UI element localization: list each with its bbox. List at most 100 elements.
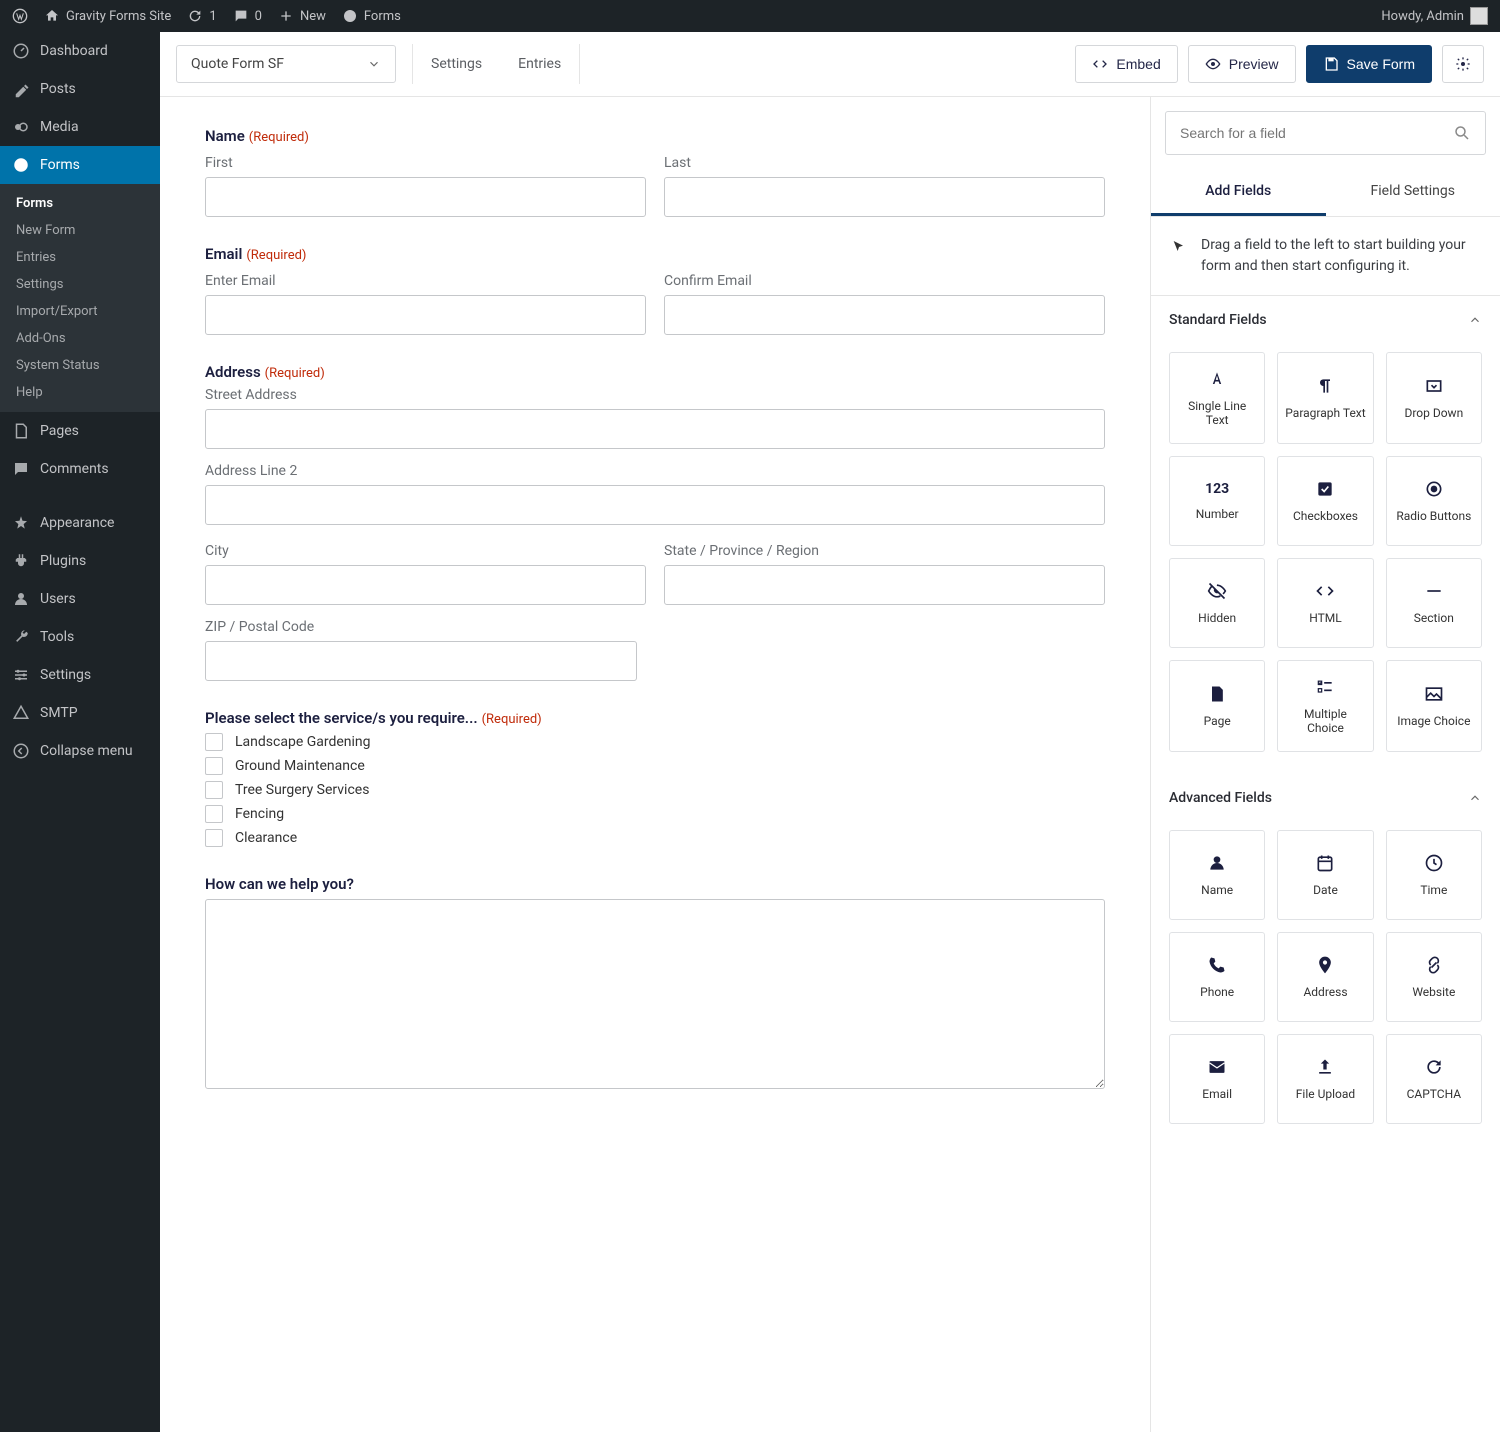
forms-menu-link[interactable]: Forms [342,8,401,24]
field-card-section[interactable]: Section [1386,558,1482,648]
field-search-box[interactable] [1165,111,1486,155]
submenu-settings[interactable]: Settings [0,271,160,298]
required-indicator: (Required) [246,248,306,263]
menu-posts[interactable]: Posts [0,70,160,108]
menu-plugins[interactable]: Plugins [0,542,160,580]
submenu-entries[interactable]: Entries [0,244,160,271]
field-card-checkboxes[interactable]: Checkboxes [1277,456,1373,546]
field-card-multiple-choice[interactable]: Multiple Choice [1277,660,1373,752]
field-card-date[interactable]: Date [1277,830,1373,920]
site-name: Gravity Forms Site [66,9,171,24]
checkbox-service-4[interactable]: Clearance [205,829,1105,847]
field-card-time[interactable]: Time [1386,830,1482,920]
menu-media[interactable]: Media [0,108,160,146]
field-card-address[interactable]: Address [1277,932,1373,1022]
phone-icon [1207,955,1227,975]
menu-users[interactable]: Users [0,580,160,618]
admin-bar: Gravity Forms Site 1 0 New Forms Howdy, … [0,0,1500,32]
field-card-radio[interactable]: Radio Buttons [1386,456,1482,546]
menu-settings[interactable]: Settings [0,656,160,694]
toolbar-entries-link[interactable]: Entries [500,44,579,84]
input-zip[interactable] [205,641,637,681]
form-switcher[interactable]: Quote Form SF [176,45,396,83]
input-confirm-email[interactable] [664,295,1105,335]
submenu-system-status[interactable]: System Status [0,352,160,379]
updates-link[interactable]: 1 [187,8,216,24]
section-standard-fields[interactable]: Standard Fields [1151,296,1500,344]
field-card-fileupload[interactable]: File Upload [1277,1034,1373,1124]
menu-comments[interactable]: Comments [0,450,160,488]
admin-sidebar: Dashboard Posts Media Forms Forms New Fo… [0,32,160,1432]
save-form-button[interactable]: Save Form [1306,45,1432,83]
field-card-email[interactable]: Email [1169,1034,1265,1124]
field-card-hidden[interactable]: Hidden [1169,558,1265,648]
html-icon [1315,581,1335,601]
site-link[interactable]: Gravity Forms Site [44,8,171,24]
checkbox-icon [1315,479,1335,499]
form-toolbar: Quote Form SF Settings Entries Embed Pre… [160,32,1500,97]
wp-logo[interactable] [12,8,28,24]
sublabel-city: City [205,543,646,559]
field-card-image-choice[interactable]: Image Choice [1386,660,1482,752]
input-line2[interactable] [205,485,1105,525]
input-city[interactable] [205,565,646,605]
chevron-up-icon [1468,791,1482,805]
submenu-help[interactable]: Help [0,379,160,406]
menu-pages[interactable]: Pages [0,412,160,450]
field-card-website[interactable]: Website [1386,932,1482,1022]
tab-add-fields[interactable]: Add Fields [1151,169,1326,216]
eye-icon [1205,56,1221,72]
field-card-captcha[interactable]: CAPTCHA [1386,1034,1482,1124]
field-name[interactable]: Name(Required) First Last [205,127,1105,217]
field-address[interactable]: Address(Required) Street Address Address… [205,363,1105,681]
submenu-import-export[interactable]: Import/Export [0,298,160,325]
checkbox-service-3[interactable]: Fencing [205,805,1105,823]
field-services[interactable]: Please select the service/s you require.… [205,709,1105,847]
submenu-addons[interactable]: Add-Ons [0,325,160,352]
sublabel-first: First [205,155,646,171]
checkbox-service-1[interactable]: Ground Maintenance [205,757,1105,775]
standard-fields-grid: Single Line Text Paragraph Text Drop Dow… [1151,344,1500,774]
submenu-forms-list[interactable]: Forms [0,190,160,217]
field-card-number[interactable]: 123Number [1169,456,1265,546]
input-help-message[interactable] [205,899,1105,1089]
toolbar-settings-link[interactable]: Settings [413,44,500,84]
checkbox-service-2[interactable]: Tree Surgery Services [205,781,1105,799]
field-help[interactable]: How can we help you? [205,875,1105,1093]
comments-link[interactable]: 0 [233,8,262,24]
menu-tools[interactable]: Tools [0,618,160,656]
input-street[interactable] [205,409,1105,449]
field-card-name[interactable]: Name [1169,830,1265,920]
page-icon [1207,684,1227,704]
input-last-name[interactable] [664,177,1105,217]
preview-button[interactable]: Preview [1188,45,1296,83]
menu-smtp[interactable]: SMTP [0,694,160,732]
tab-field-settings[interactable]: Field Settings [1326,169,1500,216]
field-card-dropdown[interactable]: Drop Down [1386,352,1482,444]
image-choice-icon [1424,684,1444,704]
field-card-phone[interactable]: Phone [1169,932,1265,1022]
section-advanced-fields[interactable]: Advanced Fields [1151,774,1500,822]
account-link[interactable]: Howdy, Admin [1381,7,1488,25]
hidden-icon [1207,581,1227,601]
field-card-html[interactable]: HTML [1277,558,1373,648]
menu-dashboard[interactable]: Dashboard [0,32,160,70]
submenu-new-form[interactable]: New Form [0,217,160,244]
field-card-single-line[interactable]: Single Line Text [1169,352,1265,444]
field-email[interactable]: Email(Required) Enter Email Confirm Emai… [205,245,1105,335]
input-state[interactable] [664,565,1105,605]
panel-tabs: Add Fields Field Settings [1151,169,1500,217]
embed-button[interactable]: Embed [1075,45,1177,83]
menu-appearance[interactable]: Appearance [0,504,160,542]
menu-forms[interactable]: Forms [0,146,160,184]
field-card-paragraph[interactable]: Paragraph Text [1277,352,1373,444]
captcha-icon [1424,1057,1444,1077]
field-card-page[interactable]: Page [1169,660,1265,752]
new-link[interactable]: New [278,8,326,24]
input-first-name[interactable] [205,177,646,217]
checkbox-service-0[interactable]: Landscape Gardening [205,733,1105,751]
form-settings-button[interactable] [1442,45,1484,83]
field-search-input[interactable] [1180,125,1453,141]
menu-collapse[interactable]: Collapse menu [0,732,160,770]
input-email[interactable] [205,295,646,335]
